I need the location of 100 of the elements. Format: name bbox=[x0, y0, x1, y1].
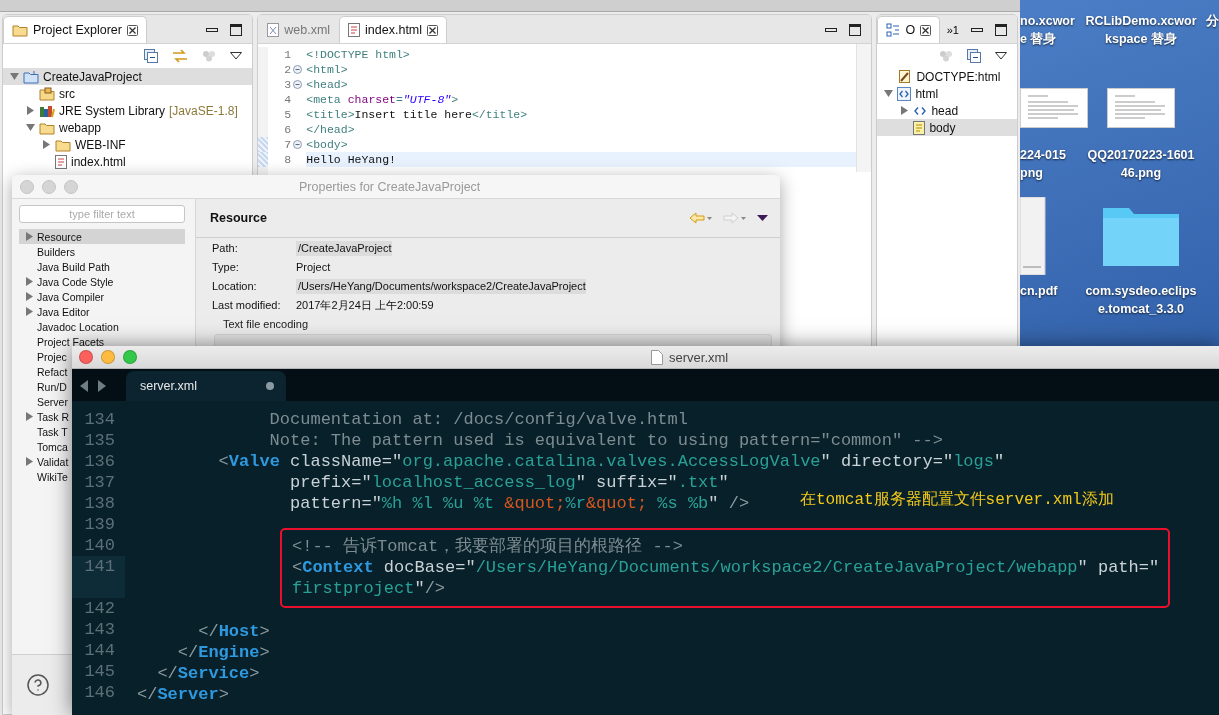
collapsed-triangle-icon[interactable] bbox=[24, 277, 34, 286]
view-menu-icon[interactable] bbox=[230, 52, 243, 60]
filter-field[interactable]: type filter text bbox=[19, 205, 185, 223]
close-icon[interactable] bbox=[126, 24, 138, 36]
collapsed-triangle-icon[interactable] bbox=[899, 106, 909, 115]
help-icon[interactable] bbox=[26, 673, 50, 697]
close-icon[interactable] bbox=[427, 24, 439, 36]
tree-item[interactable]: index.html bbox=[3, 153, 253, 170]
collapse-all-icon[interactable] bbox=[144, 49, 159, 63]
collapsed-triangle-icon[interactable] bbox=[24, 307, 34, 316]
link-arrows-icon[interactable] bbox=[172, 49, 189, 63]
maximize-icon[interactable] bbox=[230, 24, 243, 36]
back-arrow-icon[interactable] bbox=[80, 380, 89, 392]
editor-tab[interactable]: web.xml bbox=[258, 16, 340, 43]
file-name-label[interactable]: 224-015 bbox=[1020, 146, 1066, 164]
expanded-triangle-icon[interactable] bbox=[883, 89, 893, 98]
code-line: <body> bbox=[306, 137, 349, 152]
tree-item[interactable]: DOCTYPE:html bbox=[877, 68, 1017, 85]
file-name-label[interactable]: kspace 替身 bbox=[1105, 30, 1177, 48]
code-line: <Context docBase="/Users/HeYang/Documents/workspace2/CreateJavaProject/webapp" path=" bbox=[292, 557, 1161, 578]
code-line: </head> bbox=[306, 122, 356, 137]
collapsed-triangle-icon[interactable] bbox=[24, 412, 34, 421]
file-name-label[interactable]: 分 bbox=[1206, 12, 1219, 30]
view-tab[interactable]: Project Explorer bbox=[3, 16, 147, 43]
tree-item[interactable]: WikiTe bbox=[19, 469, 69, 484]
collapsed-triangle-icon[interactable] bbox=[25, 106, 35, 115]
tree-item[interactable]: src bbox=[3, 85, 253, 102]
tree-item[interactable]: Java Compiler bbox=[19, 289, 106, 304]
tree-item[interactable]: html bbox=[877, 85, 1017, 102]
window-title: Properties for CreateJavaProject bbox=[299, 179, 481, 194]
document-icon bbox=[55, 154, 67, 169]
file-name-label[interactable]: RCLibDemo.xcwor bbox=[1085, 12, 1197, 30]
line-number: 141 bbox=[72, 556, 125, 577]
tree-item[interactable]: Java Build Path bbox=[19, 259, 111, 274]
forward-arrow-icon[interactable] bbox=[97, 380, 106, 392]
code-line: prefix="localhost_access_log" suffix=".txt" bbox=[289, 472, 729, 493]
tree-item[interactable]: Tomca bbox=[19, 439, 69, 454]
file-name-label[interactable]: 46.png bbox=[1120, 164, 1162, 182]
filter-dots-icon[interactable] bbox=[202, 50, 217, 62]
view-tab[interactable]: O bbox=[877, 16, 941, 43]
maximize-icon[interactable] bbox=[849, 24, 862, 36]
group-label: Text file encoding bbox=[223, 318, 309, 330]
file-name-label[interactable]: png bbox=[1020, 164, 1043, 182]
tree-item[interactable]: Project Facets bbox=[19, 334, 106, 349]
view-menu-icon[interactable] bbox=[995, 52, 1007, 60]
code-line: pattern="%h %l %u %t &quot;%r&quot; %s %b" /> bbox=[289, 493, 750, 514]
code-line: Note: The pattern used is equivalent to using pattern="common" --> bbox=[268, 430, 943, 451]
tree-item[interactable]: Server bbox=[19, 394, 69, 409]
file-name-label[interactable]: e.tomcat_3.3.0 bbox=[1097, 300, 1185, 318]
file-name-label[interactable]: cn.pdf bbox=[1020, 282, 1058, 300]
tree-item[interactable]: Java Code Style bbox=[19, 274, 115, 289]
screenshot-thumbnail bbox=[1020, 88, 1088, 128]
filter-dots-icon[interactable] bbox=[939, 50, 953, 62]
file-name-label[interactable]: no.xcwor bbox=[1020, 12, 1075, 30]
collapsed-triangle-icon[interactable] bbox=[24, 457, 34, 466]
field-label: Type: bbox=[212, 260, 240, 275]
collapsed-triangle-icon[interactable] bbox=[41, 140, 51, 149]
tree-item[interactable]: WEB-INF bbox=[3, 136, 253, 153]
line-number: 146 bbox=[83, 682, 116, 703]
code-line: </Engine> bbox=[176, 642, 270, 663]
tree-item[interactable]: Validat bbox=[19, 454, 70, 469]
tree-item[interactable]: Java Editor bbox=[19, 304, 91, 319]
file-name-label[interactable]: e 替身 bbox=[1020, 30, 1057, 48]
line-number: 142 bbox=[83, 598, 116, 619]
tree-item[interactable]: Projec bbox=[19, 349, 68, 364]
fold-icon[interactable] bbox=[292, 65, 302, 74]
tree-item[interactable]: Javadoc Location bbox=[19, 319, 120, 334]
tree-item[interactable]: Resource bbox=[19, 229, 185, 244]
read-only-field[interactable]: /Users/HeYang/Documents/workspace2/CreateJavaProject bbox=[296, 279, 586, 294]
editor-tab[interactable]: index.html bbox=[339, 16, 448, 43]
expanded-triangle-icon[interactable] bbox=[25, 123, 35, 132]
close-icon[interactable] bbox=[920, 24, 932, 36]
fold-icon[interactable] bbox=[292, 80, 302, 89]
collapsed-triangle-icon[interactable] bbox=[24, 232, 34, 241]
tree-item[interactable]: head bbox=[877, 102, 1017, 119]
tree-item[interactable]: Task T bbox=[19, 424, 69, 439]
tree-item[interactable]: Task R bbox=[19, 409, 71, 424]
file-tab[interactable]: server.xml bbox=[126, 371, 286, 401]
code-line: </Host> bbox=[197, 621, 270, 642]
overflow-tabs-label[interactable]: »1 bbox=[946, 24, 959, 36]
tree-item[interactable]: CreateJavaProject bbox=[3, 68, 253, 85]
tree-item[interactable]: Refact bbox=[19, 364, 69, 379]
file-name-label[interactable]: com.sysdeo.eclips bbox=[1085, 282, 1197, 300]
minimize-icon[interactable] bbox=[206, 25, 219, 35]
collapse-all-icon[interactable] bbox=[967, 49, 981, 63]
tree-item[interactable]: Run/D bbox=[19, 379, 68, 394]
menu-caret-icon[interactable] bbox=[757, 214, 768, 222]
fold-icon[interactable] bbox=[292, 140, 302, 149]
file-name-label[interactable]: QQ20170223-1601 bbox=[1087, 146, 1195, 164]
minimize-icon[interactable] bbox=[825, 25, 838, 35]
tree-item[interactable]: JRE System Library [JavaSE-1.8] bbox=[3, 102, 253, 119]
maximize-icon[interactable] bbox=[995, 24, 1007, 36]
tree-item[interactable]: Builders bbox=[19, 244, 76, 259]
minimize-icon[interactable] bbox=[971, 25, 983, 35]
package-folder-icon bbox=[39, 86, 55, 101]
read-only-field[interactable]: /CreateJavaProject bbox=[296, 241, 392, 256]
collapsed-triangle-icon[interactable] bbox=[24, 292, 34, 301]
tree-item[interactable]: webapp bbox=[3, 119, 253, 136]
expanded-triangle-icon[interactable] bbox=[9, 72, 19, 81]
tree-item[interactable]: body bbox=[877, 119, 1017, 136]
